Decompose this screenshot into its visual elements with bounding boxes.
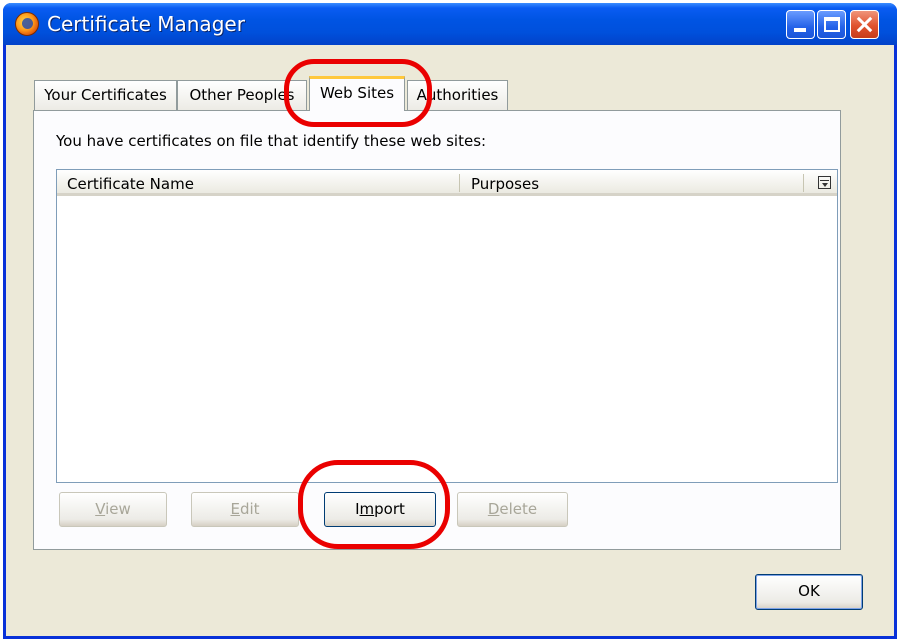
tab-label: Other Peoples	[189, 86, 295, 104]
column-certificate-name[interactable]: Certificate Name	[67, 175, 194, 193]
tab-web-sites[interactable]: Web Sites	[309, 76, 405, 111]
tab-your-certificates[interactable]: Your Certificates	[34, 80, 177, 110]
button-accesskey: m	[359, 500, 375, 518]
button-accesskey: V	[95, 500, 106, 518]
panel-description: You have certificates on file that ident…	[56, 132, 487, 150]
close-icon	[851, 11, 878, 38]
import-button[interactable]: Import	[324, 492, 436, 527]
column-separator[interactable]	[803, 174, 804, 192]
title-bar[interactable]: Certificate Manager	[3, 3, 897, 45]
column-picker-icon[interactable]	[818, 176, 831, 189]
maximize-button[interactable]	[817, 10, 846, 39]
view-button[interactable]: View	[59, 492, 167, 527]
column-purposes[interactable]: Purposes	[471, 175, 539, 193]
button-label-post: port	[374, 500, 405, 518]
close-button[interactable]	[850, 10, 879, 39]
certificate-tree[interactable]: Certificate Name Purposes	[56, 169, 838, 483]
ok-button[interactable]: OK	[755, 574, 863, 610]
column-separator[interactable]	[459, 174, 460, 192]
tab-label: Authorities	[416, 86, 499, 104]
button-label-post: dit	[239, 500, 260, 518]
tab-label: Your Certificates	[44, 86, 167, 104]
minimize-icon	[794, 28, 806, 32]
maximize-icon	[824, 17, 840, 32]
button-accesskey: E	[230, 500, 240, 518]
button-label-post: iew	[105, 500, 131, 518]
tab-authorities[interactable]: Authorities	[407, 80, 508, 110]
firefox-icon	[15, 12, 39, 36]
button-accesskey: D	[487, 500, 500, 518]
tab-label: Web Sites	[319, 84, 395, 102]
minimize-button[interactable]	[786, 10, 815, 39]
tab-other-peoples[interactable]: Other Peoples	[177, 80, 307, 110]
window-title: Certificate Manager	[47, 12, 245, 36]
delete-button[interactable]: Delete	[457, 492, 568, 527]
button-label-post: elete	[499, 500, 538, 518]
edit-button[interactable]: Edit	[191, 492, 299, 527]
tree-header: Certificate Name Purposes	[57, 170, 837, 196]
